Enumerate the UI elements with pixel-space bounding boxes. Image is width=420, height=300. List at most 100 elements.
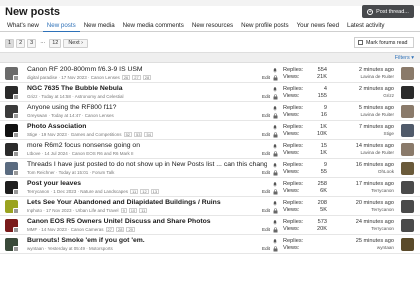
last-post-time[interactable]: 2 minutes ago [330, 86, 394, 92]
edit-link[interactable]: Edit [262, 170, 270, 175]
thread-page-link[interactable]: 27 [105, 227, 114, 232]
thread-page-link[interactable]: 29 [126, 227, 135, 232]
thread-title[interactable]: Canon EOS R5 Owners Unite! Discuss and S… [27, 218, 267, 225]
last-poster[interactable]: Lavina de Ruiter [330, 112, 394, 117]
thread-page-link[interactable]: 10 [128, 208, 138, 213]
thread-page-link[interactable]: 27 [132, 75, 141, 80]
thread-row[interactable]: Lets See Your Abandoned and Dilapidated … [0, 197, 420, 216]
thread-row[interactable]: Photo Association Stige · 19 Nov 2023 · … [0, 121, 420, 140]
next-page-button[interactable]: Next › [63, 39, 88, 48]
last-post-time[interactable]: 14 minutes ago [330, 143, 394, 149]
tab-news-feed[interactable]: Your news feed [293, 21, 343, 32]
page-3-link[interactable]: 3 [27, 39, 37, 48]
edit-link[interactable]: Edit [262, 189, 270, 194]
bell-icon[interactable] [272, 86, 278, 92]
last-poster[interactable]: Grizz [330, 93, 394, 98]
tab-whats-new[interactable]: What's new [3, 21, 43, 32]
bell-icon[interactable] [272, 67, 278, 73]
thread-row[interactable]: Burnouts! Smoke 'em if you got 'em. wynt… [0, 235, 420, 254]
last-poster-avatar[interactable] [401, 219, 414, 232]
tab-latest-activity[interactable]: Latest activity [343, 21, 389, 32]
thread-row[interactable]: Canon RF 200-800mm f/6.3-9 IS USM digita… [0, 64, 420, 83]
thread-page-link[interactable]: 54 [144, 132, 153, 137]
thread-row[interactable]: more R6m2 focus nonsense going on Ltbove… [0, 140, 420, 159]
last-post-time[interactable]: 16 minutes ago [330, 162, 394, 168]
last-poster-avatar[interactable] [401, 181, 414, 194]
thread-page-link[interactable]: 11 [130, 189, 139, 194]
edit-link[interactable]: Edit [262, 208, 270, 213]
thread-row[interactable]: Post your leaves Terrycanon · 1 Dec 2023… [0, 178, 420, 197]
last-poster[interactable]: wyntaan [330, 245, 394, 250]
bell-icon[interactable] [272, 219, 278, 225]
last-post-time[interactable]: 24 minutes ago [330, 219, 394, 225]
tab-new-posts[interactable]: New posts [42, 21, 80, 32]
thread-row[interactable]: Threads I have just posted to do not sho… [0, 159, 420, 178]
page-12-link[interactable]: 12 [49, 39, 62, 48]
last-poster-avatar[interactable] [401, 238, 414, 251]
tab-new-resources[interactable]: New resources [188, 21, 237, 32]
tab-new-media[interactable]: New media [80, 21, 119, 32]
edit-link[interactable]: Edit [262, 113, 270, 118]
last-poster[interactable]: Terrycanon [330, 207, 394, 212]
thread-title[interactable]: Photo Association [27, 123, 267, 130]
edit-link[interactable]: Edit [262, 75, 270, 80]
mark-forums-read-button[interactable]: Mark forums read [354, 37, 414, 48]
thread-page-link[interactable]: 53 [134, 132, 143, 137]
thread-title[interactable]: Burnouts! Smoke 'em if you got 'em. [27, 237, 267, 244]
last-poster-avatar[interactable] [401, 67, 414, 80]
last-poster[interactable]: Terrycanon [330, 226, 394, 231]
page-2-link[interactable]: 2 [16, 39, 26, 48]
edit-link[interactable]: Edit [262, 132, 270, 137]
thread-page-link[interactable]: 9 [120, 208, 127, 213]
last-poster[interactable]: Terrycanon [330, 188, 394, 193]
last-poster[interactable]: OhLook [330, 169, 394, 174]
thread-title[interactable]: Canon RF 200-800mm f/6.3-9 IS USM [27, 66, 267, 73]
thread-page-link[interactable]: 11 [139, 208, 148, 213]
thread-page-link[interactable]: 12 [140, 189, 149, 194]
tab-new-profile-posts[interactable]: New profile posts [237, 21, 292, 32]
bell-icon[interactable] [272, 238, 278, 244]
page-1-link[interactable]: 1 [5, 39, 15, 48]
thread-title[interactable]: Post your leaves [27, 180, 267, 187]
last-post-time[interactable]: 25 minutes ago [330, 238, 394, 244]
last-poster[interactable]: Stige [330, 131, 394, 136]
last-poster-avatar[interactable] [401, 143, 414, 156]
last-poster-avatar[interactable] [401, 105, 414, 118]
thread-title[interactable]: Threads I have just posted to do not sho… [27, 161, 267, 168]
post-thread-button[interactable]: + Post thread... [362, 5, 414, 18]
bell-icon[interactable] [272, 162, 278, 168]
edit-link[interactable]: Edit [262, 151, 270, 156]
last-post-time[interactable]: 7 minutes ago [330, 124, 394, 130]
thread-title[interactable]: Lets See Your Abandoned and Dilapidated … [27, 199, 267, 206]
last-post-time[interactable]: 2 minutes ago [330, 67, 394, 73]
thread-title[interactable]: more R6m2 focus nonsense going on [27, 142, 267, 149]
thread-title[interactable]: NGC 7635 The Bubble Nebula [27, 85, 267, 92]
bell-icon[interactable] [272, 124, 278, 130]
last-poster[interactable]: Lavina de Ruiter [330, 74, 394, 79]
last-poster-avatar[interactable] [401, 86, 414, 99]
bell-icon[interactable] [272, 105, 278, 111]
last-post-time[interactable]: 20 minutes ago [330, 200, 394, 206]
last-poster-avatar[interactable] [401, 124, 414, 137]
thread-page-link[interactable]: 26 [121, 75, 131, 80]
edit-link[interactable]: Edit [262, 227, 270, 232]
thread-row[interactable]: Canon EOS R5 Owners Unite! Discuss and S… [0, 216, 420, 235]
last-poster-avatar[interactable] [401, 162, 414, 175]
edit-link[interactable]: Edit [262, 94, 270, 99]
last-poster-avatar[interactable] [401, 200, 414, 213]
thread-page-link[interactable]: 28 [115, 227, 125, 232]
last-post-time[interactable]: 17 minutes ago [330, 181, 394, 187]
thread-page-link[interactable]: 52 [123, 132, 133, 137]
bell-icon[interactable] [272, 143, 278, 149]
filters-button[interactable]: Filters ▾ [395, 54, 414, 62]
bell-icon[interactable] [272, 181, 278, 187]
thread-title[interactable]: Anyone using the RF800 f11? [27, 104, 267, 111]
tab-new-media-comments[interactable]: New media comments [119, 21, 188, 32]
thread-page-link[interactable]: 13 [150, 189, 160, 194]
thread-row[interactable]: NGC 7635 The Bubble Nebula Grizz · Today… [0, 83, 420, 102]
last-post-time[interactable]: 5 minutes ago [330, 105, 394, 111]
bell-icon[interactable] [272, 200, 278, 206]
thread-row[interactable]: Anyone using the RF800 f11? Greyswan · T… [0, 102, 420, 121]
edit-link[interactable]: Edit [262, 246, 270, 251]
thread-page-link[interactable]: 28 [142, 75, 152, 80]
